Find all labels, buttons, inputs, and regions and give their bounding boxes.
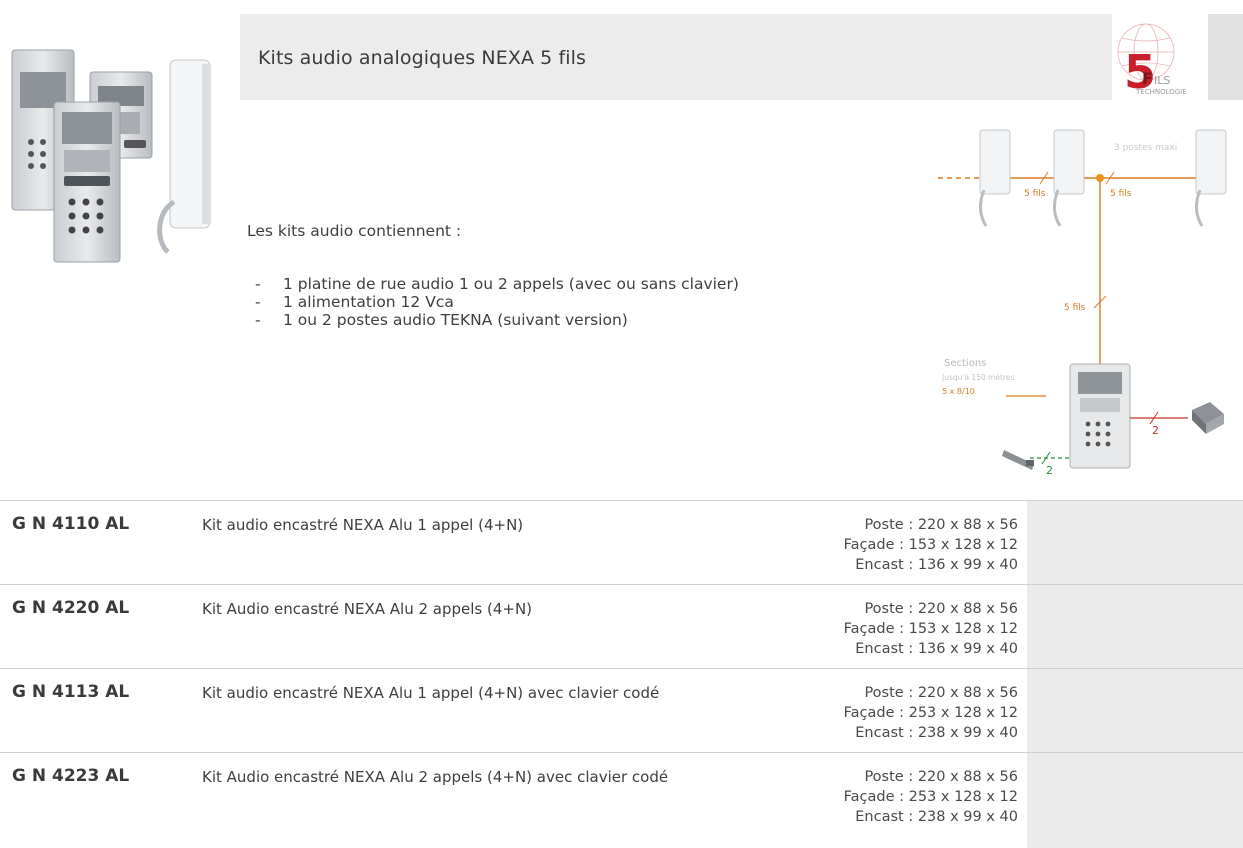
table-row: G N 4113 AL Kit audio encastré NEXA Alu … [0,668,1243,752]
table-row: G N 4223 AL Kit Audio encastré NEXA Alu … [0,752,1243,848]
list-item: -1 ou 2 postes audio TEKNA (suivant vers… [255,311,628,329]
svg-text:ILS: ILS [1154,74,1170,87]
product-code: G N 4223 AL [12,766,130,786]
product-code: G N 4220 AL [12,598,130,618]
product-description: Kit Audio encastré NEXA Alu 2 appels (4+… [202,768,669,786]
sections-distance: Jusqu'à 150 mètres [941,373,1015,382]
wiring-diagram: 3 postes maxi 5 fils 5 fils 5 fils Secti… [938,129,1227,477]
handset-icon [979,129,1011,227]
page-title: Kits audio analogiques NEXA 5 fils [258,47,587,69]
handset-icon [1053,129,1085,227]
product-description: Kit audio encastré NEXA Alu 1 appel (4+N… [202,516,524,534]
product-description: Kit audio encastré NEXA Alu 1 appel (4+N… [202,684,660,702]
svg-text:TECHNOLOGIE: TECHNOLOGIE [1135,88,1187,96]
header-end-strip [1208,14,1243,100]
sections-title: Sections [944,358,986,369]
sections-value: 5 x 8/10 [942,387,975,396]
table-row: G N 4110 AL Kit audio encastré NEXA Alu … [0,500,1243,584]
door-lock-icon [1002,450,1034,470]
wire-label: 5 fils [1064,303,1086,313]
product-dimensions: Poste : 220 x 88 x 56 Façade : 153 x 128… [843,601,1018,657]
wire-count-label: 2 [1046,464,1053,477]
list-item: -1 platine de rue audio 1 ou 2 appels (a… [255,275,739,293]
list-item: -1 alimentation 12 Vca [255,293,454,311]
wire-label: 5 fils [1110,189,1132,199]
product-code: G N 4110 AL [12,514,130,534]
handset-icon [1195,129,1227,227]
product-dimensions: Poste : 220 x 88 x 56 Façade : 253 x 128… [843,685,1018,741]
wire-label: 5 fils [1024,189,1046,199]
max-stations-label: 3 postes maxi [1114,143,1177,153]
door-station-icon [1069,363,1131,469]
product-dimensions: Poste : 220 x 88 x 56 Façade : 253 x 128… [843,769,1018,825]
power-supply-icon [1192,402,1224,434]
product-description: Kit Audio encastré NEXA Alu 2 appels (4+… [202,600,533,618]
wire-count-label: 2 [1152,424,1159,437]
svg-text:F: F [1142,69,1153,88]
kit-contents-list: -1 platine de rue audio 1 ou 2 appels (a… [255,275,739,329]
product-dimensions: Poste : 220 x 88 x 56 Façade : 153 x 128… [843,517,1018,573]
product-photo [11,49,211,263]
kit-contents-heading: Les kits audio contiennent : [247,222,462,240]
five-fils-logo: 5 F ILS TECHNOLOGIE [1117,23,1187,99]
table-row: G N 4220 AL Kit Audio encastré NEXA Alu … [0,584,1243,668]
product-code: G N 4113 AL [12,682,130,702]
